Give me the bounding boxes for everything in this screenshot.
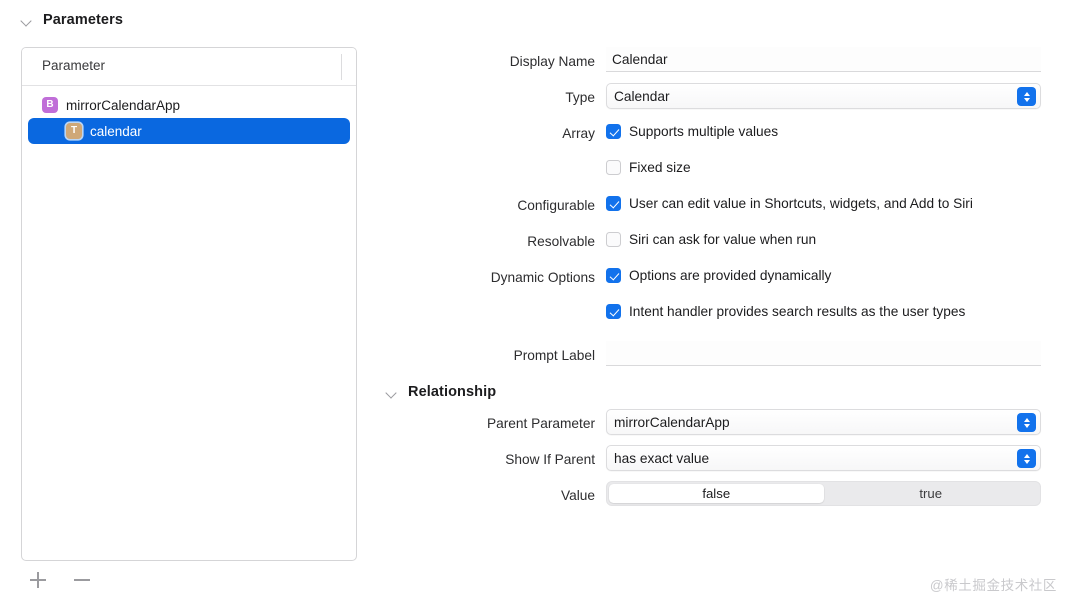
dynamic-options-spacer-label — [380, 299, 606, 304]
checkbox-unchecked-icon[interactable] — [606, 160, 621, 175]
checkbox-label: Options are provided dynamically — [629, 267, 831, 284]
relationship-title: Relationship — [408, 384, 496, 400]
list-item[interactable]: T calendar — [28, 118, 350, 144]
checkbox-checked-icon[interactable] — [606, 124, 621, 139]
field-row-configurable: Configurable User can edit value in Shor… — [380, 191, 1070, 227]
list-item[interactable]: B mirrorCalendarApp — [28, 92, 350, 118]
array-spacer-label — [380, 155, 606, 160]
show-if-parent-label: Show If Parent — [380, 445, 606, 470]
checkbox-intent-handler-search-results[interactable]: Intent handler provides search results a… — [606, 299, 1070, 323]
chevron-updown-icon[interactable] — [1017, 413, 1036, 432]
plus-icon-vertical — [37, 572, 39, 588]
checkbox-label: Intent handler provides search results a… — [629, 303, 965, 320]
checkbox-label: User can edit value in Shortcuts, widget… — [629, 195, 973, 212]
field-row-dynamic-options: Dynamic Options Options are provided dyn… — [380, 263, 1070, 299]
configurable-label: Configurable — [380, 191, 606, 216]
checkbox-user-can-edit-value[interactable]: User can edit value in Shortcuts, widget… — [606, 191, 1070, 215]
checkbox-fixed-size[interactable]: Fixed size — [606, 155, 1070, 179]
list-item-label: mirrorCalendarApp — [66, 98, 180, 113]
checkbox-label: Supports multiple values — [629, 123, 778, 140]
field-row-parent-parameter: Parent Parameter mirrorCalendarApp — [380, 409, 1070, 445]
field-row-dynamic-options-search: Intent handler provides search results a… — [380, 299, 1070, 335]
resolvable-label: Resolvable — [380, 227, 606, 252]
parameters-editor-screen: Parameters Parameter B mirrorCalendarApp… — [0, 0, 1074, 604]
dynamic-options-label: Dynamic Options — [380, 263, 606, 288]
field-row-array: Array Supports multiple values — [380, 119, 1070, 155]
relationship-section-header[interactable]: Relationship — [380, 384, 1070, 400]
type-badge-icon: T — [66, 123, 82, 139]
boolean-badge-icon: B — [42, 97, 58, 113]
column-header-parameter: Parameter — [42, 58, 105, 73]
value-segmented-control[interactable]: false true — [606, 481, 1041, 506]
checkbox-label: Siri can ask for value when run — [629, 231, 816, 248]
chevron-down-icon[interactable] — [21, 14, 34, 27]
parent-parameter-label: Parent Parameter — [380, 409, 606, 434]
list-item-label: calendar — [90, 124, 142, 139]
display-name-label: Display Name — [380, 47, 606, 72]
checkbox-label: Fixed size — [629, 159, 691, 176]
segment-false[interactable]: false — [609, 484, 824, 503]
array-label: Array — [380, 119, 606, 144]
prompt-label-label: Prompt Label — [380, 341, 606, 366]
chevron-updown-icon[interactable] — [1017, 449, 1036, 468]
prompt-label-input[interactable] — [606, 341, 1041, 366]
parameters-section-header[interactable]: Parameters — [21, 12, 123, 28]
checkbox-checked-icon[interactable] — [606, 268, 621, 283]
parameter-detail-form: Display Name Type Calendar Array — [380, 47, 1070, 517]
chevron-updown-icon[interactable] — [1017, 87, 1036, 106]
field-row-resolvable: Resolvable Siri can ask for value when r… — [380, 227, 1070, 263]
column-divider[interactable] — [341, 54, 342, 80]
add-parameter-button[interactable] — [25, 569, 51, 591]
value-label: Value — [380, 481, 606, 506]
parameter-list-header: Parameter — [22, 48, 356, 86]
display-name-input[interactable] — [606, 47, 1041, 72]
remove-parameter-button[interactable] — [69, 569, 95, 591]
show-if-parent-dropdown[interactable]: has exact value — [606, 445, 1041, 471]
checkbox-checked-icon[interactable] — [606, 304, 621, 319]
segment-true[interactable]: true — [824, 484, 1039, 503]
show-if-parent-value: has exact value — [607, 451, 709, 466]
parameter-list[interactable]: Parameter B mirrorCalendarApp T calendar — [21, 47, 357, 561]
field-row-display-name: Display Name — [380, 47, 1070, 83]
type-label: Type — [380, 83, 606, 108]
checkbox-siri-can-ask-for-value[interactable]: Siri can ask for value when run — [606, 227, 1070, 251]
chevron-down-icon[interactable] — [386, 386, 399, 399]
checkbox-checked-icon[interactable] — [606, 196, 621, 211]
field-row-type: Type Calendar — [380, 83, 1070, 119]
field-row-value: Value false true — [380, 481, 1070, 517]
parent-parameter-dropdown[interactable]: mirrorCalendarApp — [606, 409, 1041, 435]
type-dropdown[interactable]: Calendar — [606, 83, 1041, 109]
checkbox-options-provided-dynamically[interactable]: Options are provided dynamically — [606, 263, 1070, 287]
field-row-prompt-label: Prompt Label — [380, 341, 1070, 377]
checkbox-unchecked-icon[interactable] — [606, 232, 621, 247]
page-title: Parameters — [43, 12, 123, 28]
list-toolbar — [25, 569, 95, 591]
parent-parameter-value: mirrorCalendarApp — [607, 415, 730, 430]
field-row-array-fixed-size: Fixed size — [380, 155, 1070, 191]
watermark: @稀土掘金技术社区 — [930, 574, 1057, 594]
minus-icon — [74, 579, 90, 581]
type-dropdown-value: Calendar — [607, 89, 670, 104]
field-row-show-if-parent: Show If Parent has exact value — [380, 445, 1070, 481]
checkbox-supports-multiple-values[interactable]: Supports multiple values — [606, 119, 1070, 143]
